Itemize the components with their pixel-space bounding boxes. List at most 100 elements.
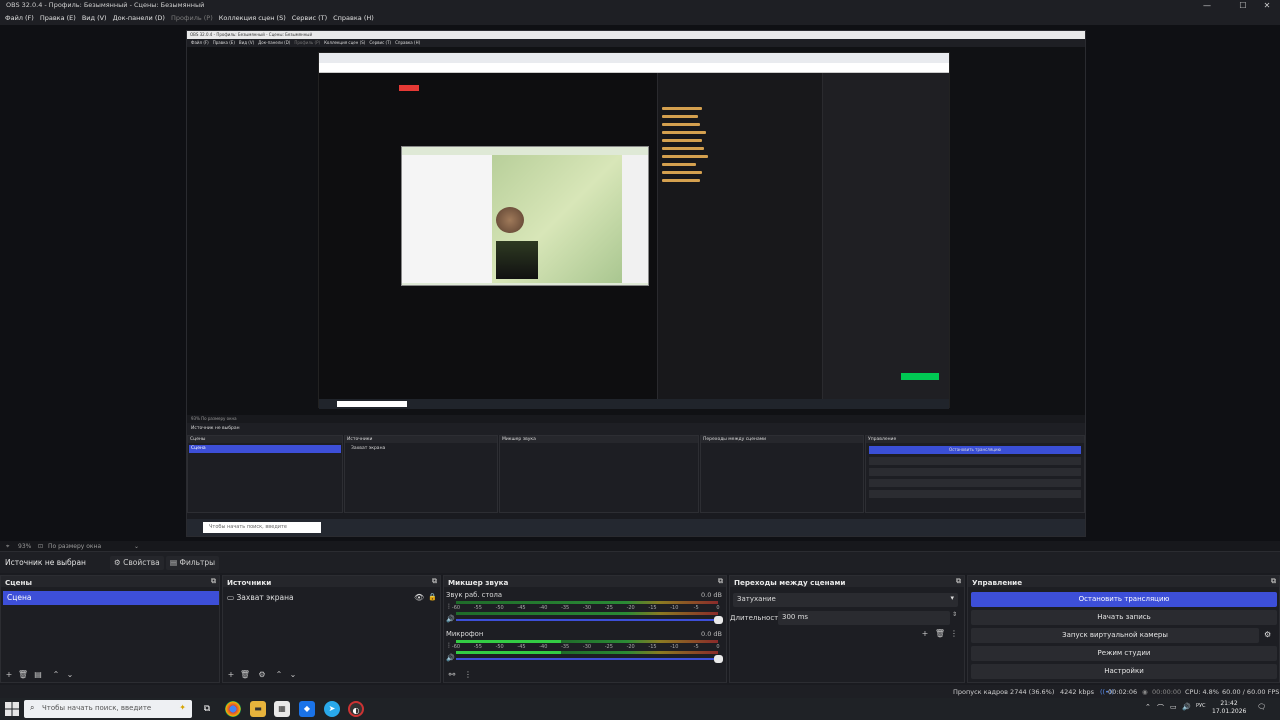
taskbar-search-input[interactable]: ⌕ Чтобы начать поиск, введите ✦ xyxy=(24,700,192,718)
telegram-icon[interactable]: ➤ xyxy=(324,701,340,717)
menu-edit[interactable]: Правка (E) xyxy=(37,12,79,25)
inner-dock-controls: Управление Остановить трансляцию xyxy=(865,435,1085,513)
close-button[interactable]: ✕ xyxy=(1256,0,1278,12)
add-icon[interactable]: + xyxy=(3,669,15,681)
chat-line xyxy=(662,139,702,142)
transition-selected: Затухание xyxy=(737,595,776,603)
stream-info-panel xyxy=(822,73,949,409)
link-icon[interactable]: ⚯ xyxy=(446,669,458,681)
meter-tick-label: -60 xyxy=(451,644,461,650)
preview-status-bar: ⌖ 93% ⊡ По размеру окна ⌄ xyxy=(0,541,1280,551)
notification-icon[interactable]: 🗨 xyxy=(1257,703,1266,711)
system-clock[interactable]: 21:42 17.01.2026 xyxy=(1212,700,1246,716)
source-item[interactable]: ▭ Захват экрана xyxy=(227,593,294,602)
menu-docks[interactable]: Док-панели (D) xyxy=(110,12,168,25)
folder-icon[interactable]: ▬ xyxy=(250,701,266,717)
volume-meter xyxy=(456,601,718,604)
minimize-button[interactable]: — xyxy=(1196,0,1218,12)
filters-button[interactable]: ▤ Фильтры xyxy=(166,556,220,570)
trash-icon[interactable]: 🗑 xyxy=(17,669,29,681)
channel-name: Звук раб. стола xyxy=(446,591,503,599)
volume-icon[interactable]: 🔊 xyxy=(1182,703,1191,711)
sources-dock-header: Источники ⧉ xyxy=(223,576,440,587)
store-icon[interactable]: ◆ xyxy=(299,701,315,717)
arrow-up-icon[interactable]: ⌃ xyxy=(273,669,285,681)
scene-item[interactable]: Сцена xyxy=(3,591,219,605)
meter-tick-label: -15 xyxy=(648,605,657,611)
chevron-down-icon[interactable]: ⌄ xyxy=(134,543,139,550)
gear-icon: ⚙ xyxy=(114,558,124,567)
chevron-up-icon[interactable]: ⌃ xyxy=(1145,703,1151,711)
meter-tick-label: -10 xyxy=(670,644,679,650)
popout-icon[interactable]: ⧉ xyxy=(211,577,216,586)
record-time: 00:00:00 xyxy=(1152,688,1182,696)
properties-button[interactable]: ⚙ Свойства xyxy=(110,556,164,570)
os-taskbar: ⌕ Чтобы начать поиск, введите ✦ ⧉ ▬ ▦ ◆ … xyxy=(0,698,1280,720)
language-indicator[interactable]: РУС xyxy=(1196,703,1206,709)
meter-tick-label: -50 xyxy=(495,644,504,650)
stepper-icon[interactable]: ⇕ xyxy=(952,611,957,618)
lock-icon[interactable]: 🔒 xyxy=(428,593,437,601)
menu-dots-icon[interactable]: ⋮ xyxy=(462,669,474,681)
meter-tick-label: -5 xyxy=(693,644,699,650)
chrome-icon[interactable] xyxy=(225,701,241,717)
duration-field[interactable]: 300 ms xyxy=(778,611,950,625)
mixer-toolbar: ⚯ ⋮ xyxy=(444,668,726,682)
trash-icon[interactable]: 🗑 xyxy=(239,669,251,681)
obs-icon[interactable]: ◐ xyxy=(348,701,364,717)
add-icon[interactable]: + xyxy=(919,628,931,640)
inner-stop-button: Остановить трансляцию xyxy=(869,446,1081,454)
slider-knob[interactable] xyxy=(714,616,723,624)
trash-icon[interactable]: 🗑 xyxy=(934,628,946,640)
speaker-icon[interactable]: 🔊 xyxy=(446,615,455,623)
menu-dots-icon[interactable]: ⋮ xyxy=(948,628,960,640)
volume-slider[interactable] xyxy=(456,616,723,624)
popout-icon[interactable]: ⧉ xyxy=(718,577,723,586)
eye-icon[interactable]: 👁 xyxy=(414,593,424,602)
volume-meter xyxy=(456,640,718,643)
chat-line xyxy=(662,163,696,166)
volume-slider[interactable] xyxy=(456,655,723,663)
filter-icon[interactable]: ▤ xyxy=(32,669,44,681)
transitions-dock-header: Переходы между сценами ⧉ xyxy=(730,576,964,587)
start-recording-button[interactable]: Начать запись xyxy=(971,610,1277,625)
meter-tick-label: -45 xyxy=(517,605,526,611)
menu-help[interactable]: Справка (H) xyxy=(330,12,377,25)
controls-dock: Управление ⧉ Остановить трансляцию Начат… xyxy=(967,575,1280,683)
calendar-icon[interactable]: ▦ xyxy=(274,701,290,717)
menu-view[interactable]: Вид (V) xyxy=(79,12,110,25)
popout-icon[interactable]: ⧉ xyxy=(956,577,961,586)
maximize-button[interactable]: ☐ xyxy=(1232,0,1254,12)
meter-tick-label: -10 xyxy=(670,605,679,611)
arrow-up-icon[interactable]: ⌃ xyxy=(50,669,62,681)
arrow-down-icon[interactable]: ⌄ xyxy=(287,669,299,681)
arrow-down-icon[interactable]: ⌄ xyxy=(64,669,76,681)
add-icon[interactable]: + xyxy=(225,669,237,681)
messenger-panel xyxy=(622,155,648,283)
gear-icon[interactable]: ⚙ xyxy=(1264,630,1271,639)
settings-button[interactable]: Настройки xyxy=(971,664,1277,679)
start-virtual-camera-button[interactable]: Запуск виртуальной камеры xyxy=(971,628,1259,643)
task-view-icon[interactable]: ⧉ xyxy=(199,701,215,717)
menu-scene-collection[interactable]: Коллекция сцен (S) xyxy=(216,12,289,25)
menu-tools[interactable]: Сервис (T) xyxy=(289,12,330,25)
chat-line xyxy=(662,171,702,174)
slider-knob[interactable] xyxy=(714,655,723,663)
gear-icon[interactable]: ⚙ xyxy=(256,669,268,681)
stop-streaming-button[interactable]: Остановить трансляцию xyxy=(971,592,1277,607)
menu-profile[interactable]: Профиль (P) xyxy=(168,12,216,25)
sparkle-icon: ✦ xyxy=(179,703,186,712)
scenes-dock-header: Сцены ⧉ xyxy=(1,576,219,587)
studio-mode-button[interactable]: Режим студии xyxy=(971,646,1277,661)
popout-icon[interactable]: ⧉ xyxy=(1271,577,1276,586)
popout-icon[interactable]: ⧉ xyxy=(432,577,437,586)
menu-file[interactable]: Файл (F) xyxy=(2,12,37,25)
speaker-icon[interactable]: 🔊 xyxy=(446,654,455,662)
channel-name: Микрофон xyxy=(446,630,484,638)
cpu-usage: CPU: 4.8% xyxy=(1185,688,1219,696)
stats-bar: Пропуск кадров 2744 (36.6%) 4242 kbps ((… xyxy=(0,685,1280,698)
meter-tick-label: -40 xyxy=(539,644,548,650)
transition-select[interactable]: Затухание ▾ xyxy=(733,593,958,607)
fit-mode[interactable]: По размеру окна xyxy=(48,543,101,550)
windows-start-icon[interactable] xyxy=(4,701,20,717)
